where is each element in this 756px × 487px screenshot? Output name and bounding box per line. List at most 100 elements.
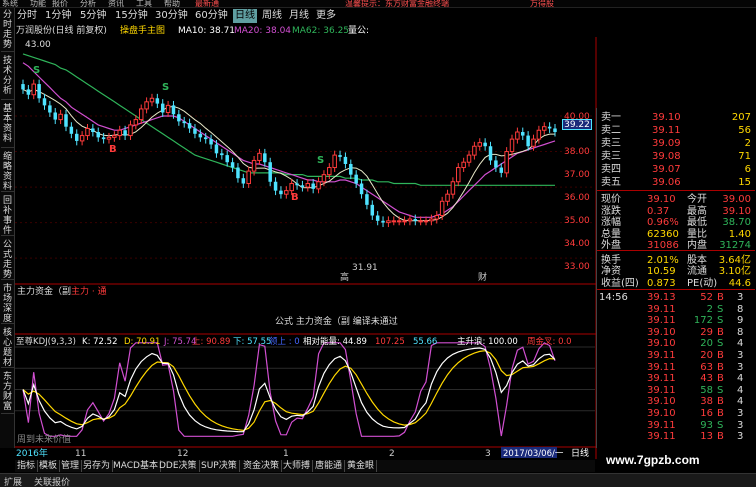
btab-template[interactable]: 模板: [37, 460, 61, 472]
tick-direction: B: [717, 326, 724, 338]
btab-master[interactable]: 大师搏: [281, 460, 314, 472]
tick-count: 3: [737, 292, 744, 303]
tab-weekly[interactable]: 周线: [260, 9, 284, 23]
tab-30min[interactable]: 30分钟: [153, 9, 190, 23]
candle-body: [450, 181, 456, 195]
quote-value: 62360: [647, 228, 679, 240]
tick-count: 3: [737, 431, 744, 443]
tab-60min[interactable]: 60分钟: [193, 9, 230, 23]
tick-volume: 52: [700, 292, 713, 303]
kdj-rise: 主升浪: 100.00: [457, 336, 518, 347]
tab-monthly[interactable]: 月线: [287, 9, 311, 23]
quote-label: 流通: [687, 266, 707, 277]
menu-notice[interactable]: 温馨提示：东方财富金融终端: [345, 0, 449, 9]
tick-count: 4: [737, 338, 744, 350]
candle-body: [263, 153, 267, 163]
side-tab-fenshi[interactable]: 分时走势: [1, 8, 14, 52]
btab-tang[interactable]: 唐能通: [313, 460, 346, 472]
quote-value: 2.01%: [647, 254, 679, 266]
sell-label: 卖三: [601, 138, 621, 149]
kdj-lead: 领上 : 0: [269, 336, 300, 347]
candle-body: [21, 84, 25, 90]
kdj-energy: 相对能量: 44.89: [303, 336, 367, 347]
tab-1min[interactable]: 1分钟: [43, 9, 73, 23]
sell-label: 卖五: [601, 177, 621, 188]
side-tab-eastmoney[interactable]: 东方财富: [1, 370, 14, 414]
menu-wan[interactable]: 万得股: [530, 0, 554, 9]
sell-price: 39.07: [652, 164, 681, 175]
tick-time: 14:56: [599, 292, 628, 303]
tick-volume: 43: [700, 373, 713, 385]
quote-row: 总量 62360 量比 1.40: [597, 229, 755, 240]
candle-body: [553, 128, 557, 133]
menu-analysis[interactable]: 分析: [80, 0, 96, 9]
candle-body: [386, 220, 391, 224]
indicator-name[interactable]: 操盘手主图: [120, 25, 165, 37]
quote-label: 涨幅: [601, 217, 621, 228]
quote-label: 股本: [687, 254, 707, 266]
tab-fenshi[interactable]: 分时: [15, 9, 39, 23]
menu-function[interactable]: 功能: [30, 0, 46, 9]
kline-chart[interactable]: 43.00 31.91 高 财 S S S B B 主力资金（副 主力 · 通 …: [15, 37, 597, 459]
tab-15min[interactable]: 15分钟: [113, 9, 150, 23]
btab-fund[interactable]: 资金决策: [241, 460, 283, 472]
btab-manage[interactable]: 管理: [59, 460, 83, 472]
candle-body: [547, 126, 552, 129]
status-related[interactable]: 关联报价: [34, 475, 70, 487]
candle-body: [64, 114, 68, 127]
candle-body: [58, 113, 63, 121]
quote-row: 涨幅 0.96% 最低 38.70: [597, 217, 755, 228]
menu-latest[interactable]: 最新通: [195, 0, 219, 9]
candle-body: [509, 138, 515, 153]
kdj-note: 周到未来价值: [17, 433, 71, 445]
candle-body: [138, 108, 144, 121]
btab-golden[interactable]: 黄金眼: [345, 460, 378, 472]
quote-row: 涨跌 0.37 最高 39.10: [597, 206, 755, 217]
status-bar: 扩展 关联报价: [0, 473, 756, 487]
candle-body: [316, 181, 321, 190]
side-tab-tech[interactable]: 技术分析: [1, 54, 14, 100]
tick-volume: 63: [700, 361, 713, 373]
tick-direction: B: [717, 408, 724, 419]
candle-body: [42, 98, 47, 106]
tick-price: 39.10: [647, 326, 676, 338]
quote-label: 现价: [601, 194, 621, 205]
tab-daily[interactable]: 日线: [233, 9, 257, 23]
menu-quote[interactable]: 报价: [52, 0, 68, 9]
sell-volume: 207: [731, 112, 751, 123]
sell-row: 卖一 39.10 207: [597, 112, 755, 123]
btab-macd[interactable]: MACD基本: [111, 460, 161, 472]
side-tab-theme[interactable]: 核心题材: [1, 326, 14, 368]
candle-body: [112, 135, 117, 138]
indicator-tabs: 指标 模板 管理 另存为 MACD基本 DDE决策 SUP决策 资金决策 大师搏…: [15, 460, 595, 472]
side-tab-basic[interactable]: 基本资料: [1, 102, 14, 148]
side-tab-formula[interactable]: 公式走势: [1, 238, 14, 280]
side-tab-brief[interactable]: 缩略资料: [1, 150, 14, 192]
menu-tools[interactable]: 工具: [136, 0, 152, 9]
menu-news[interactable]: 资讯: [108, 0, 124, 9]
btab-saveas[interactable]: 另存为: [81, 460, 114, 472]
sell-price: 39.09: [652, 138, 681, 149]
high-label: 43.00: [25, 40, 51, 50]
kdj-up: 上: 90.89: [192, 337, 230, 347]
menu-help[interactable]: 帮助: [164, 0, 180, 9]
quote-value: 10.59: [647, 266, 676, 277]
tab-5min[interactable]: 5分钟: [78, 9, 108, 23]
btab-dde[interactable]: DDE决策: [157, 460, 200, 472]
candle-body: [155, 98, 160, 104]
quote-row: 净资 10.59 流通 3.10亿: [597, 266, 755, 277]
btab-indicator[interactable]: 指标: [15, 460, 39, 472]
chart-bg: [15, 37, 597, 459]
candle-body: [466, 154, 472, 163]
tab-more[interactable]: 更多: [314, 9, 338, 23]
btab-sup[interactable]: SUP决策: [199, 460, 240, 472]
price-tick: 34.00: [564, 239, 590, 249]
quote-value: 38.70: [722, 217, 751, 228]
side-tab-event[interactable]: 回补事件: [1, 194, 14, 236]
tick-volume: 38: [700, 396, 713, 408]
tick-price: 39.11: [647, 315, 676, 327]
price-axis: 40.00 39.22 38.00 37.00 36.00 35.00 34.0…: [562, 108, 596, 278]
candle-body: [198, 133, 203, 138]
side-tab-depth[interactable]: 市场深度: [1, 282, 14, 324]
status-expand[interactable]: 扩展: [4, 475, 22, 487]
